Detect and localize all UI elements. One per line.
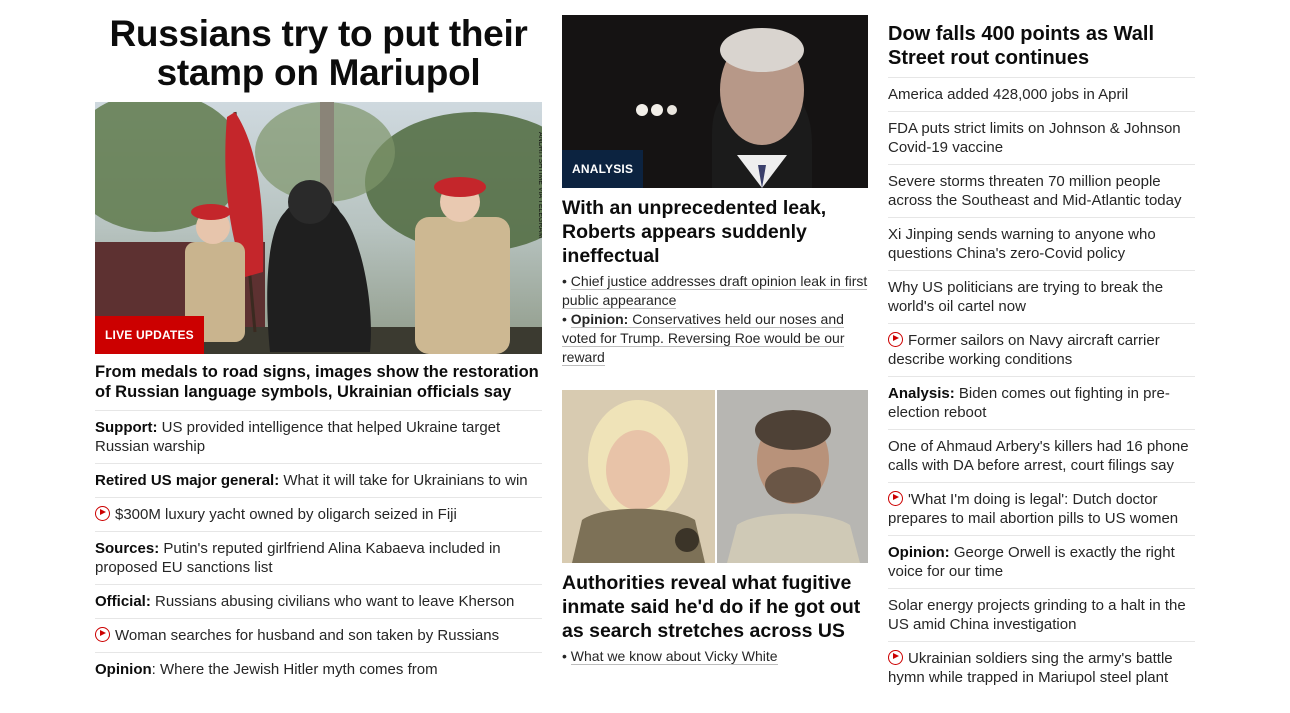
dow-headline[interactable]: Dow falls 400 points as Wall Street rout… [888,22,1195,70]
list-item[interactable]: Sources: Putin's reputed girlfriend Alin… [95,531,542,584]
list-item[interactable]: Xi Jinping sends warning to anyone who q… [888,217,1195,270]
list-item[interactable]: Official: Russians abusing civilians who… [95,584,542,618]
inmate-photo [715,390,868,563]
list-item[interactable]: Support: US provided intelligence that h… [95,410,542,463]
video-play-icon [888,650,903,665]
list-item[interactable]: Opinion: Where the Jewish Hitler myth co… [95,652,542,686]
list-item[interactable]: Solar energy projects grinding to a halt… [888,588,1195,641]
svg-text:ANDRIYSHTIME VIA TELEGRAM: ANDRIYSHTIME VIA TELEGRAM [537,132,542,238]
live-updates-badge: LIVE UPDATES [95,316,204,354]
middle-column: ANALYSIS With an unprecedented leak, Rob… [562,0,868,666]
bullet-item: • Opinion: Conservatives held our noses … [562,311,845,366]
list-item[interactable]: Ukrainian soldiers sing the army's battl… [888,641,1195,694]
video-play-icon [888,491,903,506]
list-item[interactable]: America added 428,000 jobs in April [888,77,1195,111]
video-play-icon [888,332,903,347]
list-item[interactable]: Retired US major general: What it will t… [95,463,542,497]
lead-caption[interactable]: From medals to road signs, images show t… [95,362,542,402]
lead-headline[interactable]: Russians try to put their stamp on Mariu… [95,14,542,92]
video-play-icon [95,506,110,521]
analysis-badge: ANALYSIS [562,150,644,188]
list-item[interactable]: Analysis: Biden comes out fighting in pr… [888,376,1195,429]
lead-related-list: Support: US provided intelligence that h… [95,410,542,686]
roberts-headline[interactable]: With an unprecedented leak, Roberts appe… [562,196,868,268]
lead-image[interactable]: ANDRIYSHTIME VIA TELEGRAM LIVE UPDATES [95,102,542,354]
fugitive-related: • What we know about Vicky White [562,647,868,666]
roberts-photo[interactable]: ANALYSIS [562,15,868,188]
video-play-icon [95,627,110,642]
list-item[interactable]: Opinion: George Orwell is exactly the ri… [888,535,1195,588]
officer-photo [562,390,715,563]
bullet-link[interactable]: What we know about Vicky White [570,648,778,665]
bullet-link[interactable]: Opinion: Conservatives held our noses an… [562,311,845,366]
bullet-item: • Chief justice addresses draft opinion … [562,273,868,309]
lead-column: Russians try to put their stamp on Mariu… [95,0,542,686]
bullet-item: • What we know about Vicky White [562,648,778,665]
list-item[interactable]: Severe storms threaten 70 million people… [888,164,1195,217]
right-column: Dow falls 400 points as Wall Street rout… [888,0,1195,694]
bullet-link[interactable]: Chief justice addresses draft opinion le… [562,273,868,309]
fugitive-headline[interactable]: Authorities reveal what fugitive inmate … [562,571,868,643]
headlines-list: America added 428,000 jobs in April FDA … [888,77,1195,694]
list-item[interactable]: $300M luxury yacht owned by oligarch sei… [95,497,542,531]
list-item[interactable]: Woman searches for husband and son taken… [95,618,542,652]
list-item[interactable]: One of Ahmaud Arbery's killers had 16 ph… [888,429,1195,482]
list-item[interactable]: 'What I'm doing is legal': Dutch doctor … [888,482,1195,535]
list-item[interactable]: Why US politicians are trying to break t… [888,270,1195,323]
roberts-related: • Chief justice addresses draft opinion … [562,272,868,367]
list-item[interactable]: FDA puts strict limits on Johnson & John… [888,111,1195,164]
list-item[interactable]: Former sailors on Navy aircraft carrier … [888,323,1195,376]
fugitive-photos[interactable] [562,390,868,563]
